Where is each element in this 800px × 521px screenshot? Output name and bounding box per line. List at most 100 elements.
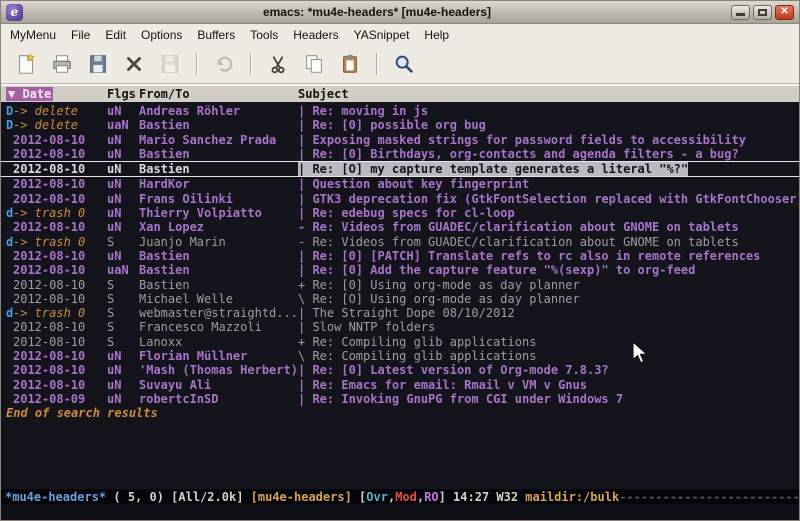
column-date[interactable]: ▼ Date — [6, 87, 107, 101]
message-row[interactable]: 2012-08-10uNSuvayu Ali| Re: Emacs for em… — [1, 378, 799, 392]
print-button[interactable] — [49, 51, 75, 77]
message-row[interactable]: 2012-08-10uaNBastien| Re: [0] Add the ca… — [1, 263, 799, 277]
minibuffer[interactable] — [1, 504, 799, 520]
save-as-button[interactable] — [157, 51, 183, 77]
message-row[interactable]: 2012-08-10SFrancesco Mazzoli| Slow NNTP … — [1, 320, 799, 334]
message-mark — [6, 133, 13, 147]
menu-item-buffers[interactable]: Buffers — [197, 28, 235, 42]
menu-item-file[interactable]: File — [71, 28, 90, 42]
message-from: Francesco Mazzoli — [139, 320, 298, 334]
message-row[interactable]: 2012-08-10uNFlorian Müllner\ Re: Compili… — [1, 349, 799, 363]
message-row[interactable]: 2012-08-10SLanoxx+ Re: Compiling glib ap… — [1, 335, 799, 349]
toolbar — [1, 45, 799, 84]
menu-item-help[interactable]: Help — [424, 28, 449, 42]
message-subject-text: - Re: Videos from GUADEC/clarification a… — [298, 235, 739, 249]
message-subject: + Re: [0] Using org-mode as day planner — [298, 278, 799, 292]
minimize-button[interactable] — [731, 5, 750, 20]
message-date: 2012-08-10 — [13, 378, 107, 392]
message-row[interactable]: d-> trash 0SJuanjo Marin- Re: Videos fro… — [1, 235, 799, 249]
message-from: webmaster@straightd... — [139, 306, 298, 320]
message-subject-text: | Slow NNTP folders — [298, 320, 435, 334]
message-flags: uN — [107, 162, 139, 176]
message-date: 2012-08-10 — [13, 335, 107, 349]
message-subject-text: | GTK3 deprecation fix (GtkFontSelection… — [298, 192, 799, 206]
menu-item-yasnippet[interactable]: YASnippet — [354, 28, 410, 42]
message-flags: uN — [107, 192, 139, 206]
message-date: 2012-08-10 — [13, 147, 107, 161]
paste-button[interactable] — [337, 51, 363, 77]
message-subject: | Question about key fingerprint — [298, 177, 799, 191]
message-row[interactable]: 2012-08-10uNHardKor| Question about key … — [1, 177, 799, 191]
message-subject-text: | Question about key fingerprint — [298, 177, 529, 191]
close-buffer-button[interactable] — [121, 51, 147, 77]
message-row[interactable]: 2012-08-10uNBastien| Re: [0] Birthdays, … — [1, 147, 799, 161]
message-row[interactable]: 2012-08-10uN'Mash (Thomas Herbert)| Re: … — [1, 363, 799, 377]
message-row[interactable]: 2012-08-09uNrobertcInSD| Re: Invoking Gn… — [1, 392, 799, 406]
search-button[interactable] — [391, 51, 417, 77]
message-date: -> trash 0 — [13, 235, 107, 249]
message-subject-text: | Re: Emacs for email: Rmail v VM v Gnus — [298, 378, 587, 392]
message-from: Andreas Röhler — [139, 104, 298, 118]
modeline-segment: ----------------------------------------… — [619, 490, 799, 504]
modeline-segment: maildir:/bulk — [525, 490, 619, 504]
undo-icon — [213, 53, 235, 75]
message-row[interactable]: d-> trash 0uNThierry Volpiatto| Re: edeb… — [1, 206, 799, 220]
buffer[interactable]: D-> deleteuNAndreas Röhler| Re: moving i… — [1, 102, 799, 489]
message-row[interactable]: D-> deleteuNAndreas Röhler| Re: moving i… — [1, 104, 799, 118]
menu-item-tools[interactable]: Tools — [250, 28, 278, 42]
copy-button[interactable] — [301, 51, 327, 77]
message-row[interactable]: d-> trash 0Swebmaster@straightd...| The … — [1, 306, 799, 320]
message-subject-text: + Re: Compiling glib applications — [298, 335, 536, 349]
message-subject: - Re: Videos from GUADEC/clarification a… — [298, 235, 799, 249]
save-as-icon — [159, 53, 181, 75]
close-button[interactable]: ✕ — [775, 5, 794, 20]
maximize-button[interactable] — [753, 5, 772, 20]
message-subject: | Re: [0] Birthdays, org-contacts and ag… — [298, 147, 799, 161]
menu-item-options[interactable]: Options — [141, 28, 182, 42]
message-flags: S — [107, 278, 139, 292]
message-row[interactable]: 2012-08-10uNXan Lopez- Re: Videos from G… — [1, 220, 799, 234]
column-flags[interactable]: Flgs — [107, 87, 139, 101]
message-subject: | Re: [O] my capture template generates … — [298, 162, 799, 176]
column-subject[interactable]: Subject — [298, 87, 349, 101]
new-file-button[interactable] — [13, 51, 39, 77]
title-bar[interactable]: e emacs: *mu4e-headers* [mu4e-headers] ✕ — [1, 1, 799, 24]
message-subject: | Re: Emacs for email: Rmail v VM v Gnus — [298, 378, 799, 392]
print-icon — [51, 53, 73, 75]
message-mark: d — [6, 235, 13, 249]
toolbar-separator — [196, 53, 198, 75]
message-mark: D — [6, 104, 13, 118]
message-subject-text: | Re: [0] possible org bug — [298, 118, 486, 132]
message-subject-text: | Re: Invoking GnuPG from CGI under Wind… — [298, 392, 623, 406]
message-flags: uN — [107, 349, 139, 363]
save-button[interactable] — [85, 51, 111, 77]
message-row[interactable]: 2012-08-10uNBastien| Re: [O] my capture … — [1, 161, 799, 177]
maximize-icon — [758, 9, 767, 16]
column-from-to[interactable]: From/To — [139, 87, 298, 101]
message-from: Lanoxx — [139, 335, 298, 349]
modeline-segment: [mu4e-headers] — [251, 490, 352, 504]
message-date: 2012-08-10 — [13, 249, 107, 263]
emacs-icon: e — [6, 4, 23, 21]
message-subject: | Re: moving in js — [298, 104, 799, 118]
message-subject-text: | Exposing masked strings for password f… — [298, 133, 746, 147]
message-from: Thierry Volpiatto — [139, 206, 298, 220]
message-mark — [6, 292, 13, 306]
cut-button[interactable] — [265, 51, 291, 77]
message-row[interactable]: 2012-08-10uNMario Sanchez Prada| Exposin… — [1, 133, 799, 147]
message-row[interactable]: 2012-08-10SBastien+ Re: [0] Using org-mo… — [1, 278, 799, 292]
menu-item-mymenu[interactable]: MyMenu — [10, 28, 56, 42]
message-from: Suvayu Ali — [139, 378, 298, 392]
message-subject: | Re: [0] possible org bug — [298, 118, 799, 132]
message-row[interactable]: 2012-08-10uNBastien| Re: [0] [PATCH] Tra… — [1, 249, 799, 263]
menu-item-headers[interactable]: Headers — [293, 28, 338, 42]
menu-item-edit[interactable]: Edit — [105, 28, 126, 42]
modeline[interactable]: *mu4e-headers* ( 5, 0) [All/2.0k] [mu4e-… — [1, 489, 799, 504]
undo-button[interactable] — [211, 51, 237, 77]
toolbar-separator — [250, 53, 252, 75]
message-row[interactable]: D-> deleteuaNBastien| Re: [0] possible o… — [1, 118, 799, 132]
message-row[interactable]: 2012-08-10SMichael Welle\ Re: [O] Using … — [1, 292, 799, 306]
message-row[interactable]: 2012-08-10uNFrans Oilinki| GTK3 deprecat… — [1, 192, 799, 206]
message-flags: uN — [107, 133, 139, 147]
message-from: Mario Sanchez Prada — [139, 133, 298, 147]
